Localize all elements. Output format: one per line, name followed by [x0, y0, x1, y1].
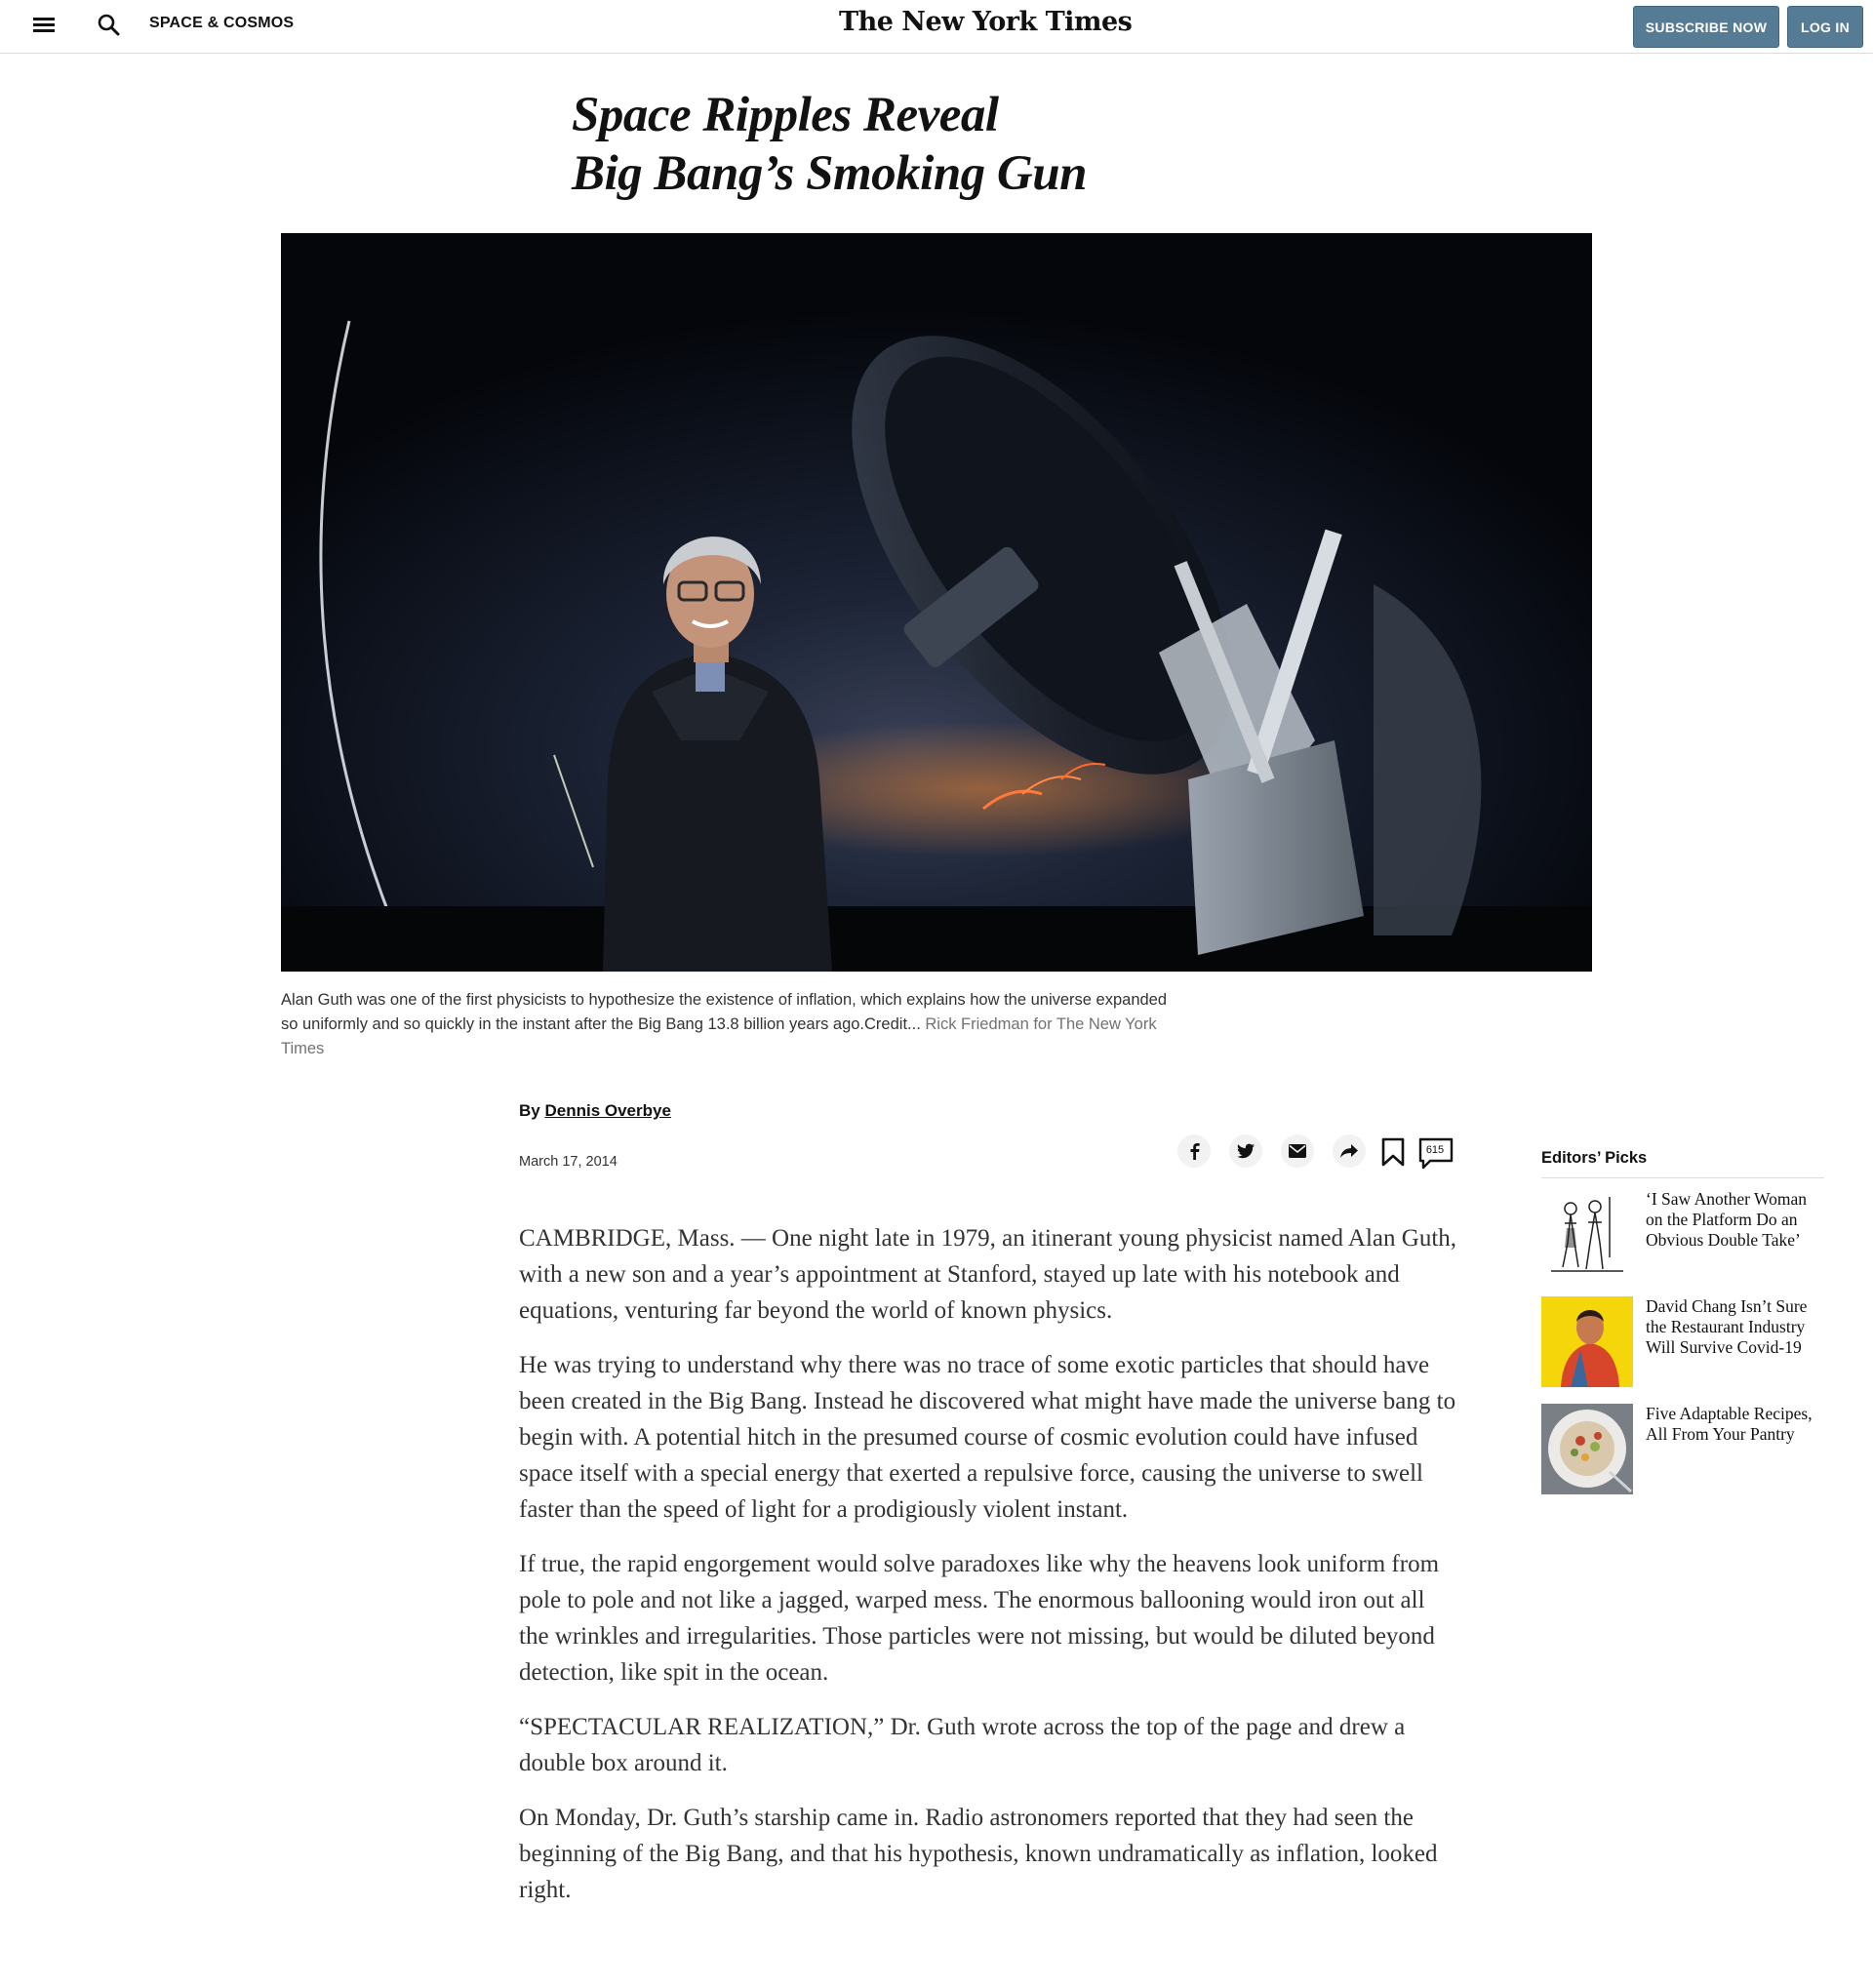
editors-pick-item[interactable]: ‘I Saw Another Woman on the Platform Do … — [1541, 1178, 1824, 1286]
author-link[interactable]: Dennis Overbye — [544, 1101, 670, 1120]
masthead: SPACE & COSMOS The New York Times SUBSCR… — [0, 0, 1873, 54]
subscribe-button[interactable]: SUBSCRIBE NOW — [1633, 6, 1779, 48]
editors-pick-item[interactable]: Five Adaptable Recipes, All From Your Pa… — [1541, 1393, 1824, 1500]
editors-pick-item[interactable]: David Chang Isn’t Sure the Restaurant In… — [1541, 1286, 1824, 1393]
publish-date: March 17, 2014 — [519, 1154, 618, 1170]
article-body: CAMBRIDGE, Mass. — One night late in 197… — [519, 1220, 1460, 1927]
share-icon[interactable] — [1333, 1134, 1366, 1168]
facebook-icon[interactable] — [1177, 1134, 1211, 1168]
hero-photo — [281, 233, 1592, 972]
comments-icon[interactable]: 615 — [1418, 1135, 1454, 1171]
editors-picks-title: Editors’ Picks — [1541, 1149, 1824, 1178]
paragraph: If true, the rapid engorgement would sol… — [519, 1551, 1440, 1686]
hamburger-menu-icon[interactable] — [31, 13, 57, 38]
paragraph: He was trying to understand why there wa… — [519, 1352, 1456, 1523]
login-button[interactable]: LOG IN — [1787, 6, 1863, 48]
pick-thumbnail-food — [1541, 1404, 1633, 1494]
headline-line-1: Space Ripples Reveal — [572, 88, 999, 142]
byline-prefix: By — [519, 1101, 540, 1120]
byline: By Dennis Overbye — [519, 1101, 671, 1121]
paragraph: “SPECTACULAR REALIZATION,” Dr. Guth wrot… — [519, 1714, 1406, 1776]
pick-thumbnail-sketch — [1541, 1189, 1633, 1280]
editors-picks: Editors’ Picks ‘I Saw Another Woman on t… — [1541, 1149, 1824, 1500]
pick-title[interactable]: Five Adaptable Recipes, All From Your Pa… — [1646, 1404, 1826, 1445]
comment-count: 615 — [1425, 1144, 1445, 1156]
paragraph: On Monday, Dr. Guth’s starship came in. … — [519, 1805, 1438, 1903]
photo-caption: Alan Guth was one of the first physicist… — [281, 988, 1178, 1061]
caption-credit-label: Credit... — [864, 1015, 921, 1033]
pick-title[interactable]: ‘I Saw Another Woman on the Platform Do … — [1646, 1189, 1826, 1251]
pick-title[interactable]: David Chang Isn’t Sure the Restaurant In… — [1646, 1296, 1826, 1358]
bookmark-icon[interactable] — [1380, 1137, 1406, 1167]
twitter-icon[interactable] — [1229, 1134, 1262, 1168]
pick-thumbnail-portrait — [1541, 1296, 1633, 1387]
search-icon[interactable] — [96, 12, 123, 39]
section-link[interactable]: SPACE & COSMOS — [149, 15, 294, 32]
paragraph: CAMBRIDGE, Mass. — One night late in 197… — [519, 1225, 1457, 1324]
email-icon[interactable] — [1281, 1134, 1314, 1168]
headline: Space Ripples Reveal Big Bang’s Smoking … — [572, 86, 1118, 203]
headline-line-2: Big Bang’s Smoking Gun — [572, 146, 1088, 201]
nyt-logo[interactable]: The New York Times — [839, 7, 1133, 37]
